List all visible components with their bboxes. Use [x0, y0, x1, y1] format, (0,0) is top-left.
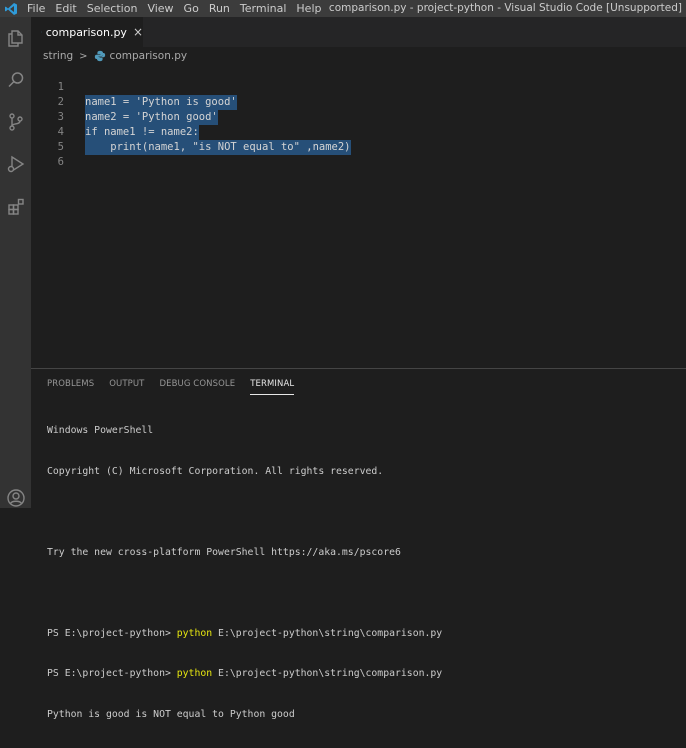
terminal-prompt: PS E:\project-python> [47, 627, 177, 639]
menu-file[interactable]: File [22, 0, 50, 17]
title-bar: File Edit Selection View Go Run Terminal… [0, 0, 686, 17]
terminal-command: python [176, 668, 213, 679]
line-number: 6 [57, 156, 64, 168]
tab-output[interactable]: OUTPUT [109, 377, 144, 395]
menu-help[interactable]: Help [291, 0, 326, 17]
terminal-command: python [176, 627, 213, 639]
menu-edit[interactable]: Edit [50, 0, 81, 17]
menu-terminal[interactable]: Terminal [235, 0, 292, 17]
extensions-icon[interactable] [0, 190, 31, 222]
account-icon[interactable] [0, 482, 31, 514]
terminal-command-line: PS E:\project-python> python E:\project-… [47, 667, 677, 681]
code-line: 5 [31, 125, 686, 153]
window-title: comparison.py - project-python - Visual … [328, 2, 682, 14]
search-icon[interactable] [0, 64, 31, 96]
menu-view[interactable]: View [142, 0, 178, 17]
tab-terminal[interactable]: TERMINAL [250, 377, 295, 395]
activity-bar [0, 17, 31, 508]
code-line: 1 name1 = 'Python is good' [31, 65, 686, 110]
breadcrumb-folder[interactable]: string [43, 50, 73, 62]
tab-problems[interactable]: PROBLEMS [47, 377, 94, 395]
terminal-argument: E:\project-python\string\comparison.py [212, 627, 443, 639]
terminal-output: Python is good is NOT equal to Python go… [47, 708, 295, 720]
chevron-right-icon: > [79, 50, 88, 62]
bottom-panel: PROBLEMS OUTPUT DEBUG CONSOLE TERMINAL W… [31, 368, 686, 720]
menu-go[interactable]: Go [179, 0, 204, 17]
terminal-prompt: PS E:\project-python> [47, 668, 177, 679]
terminal-command-line: PS E:\project-python> python E:\project-… [47, 627, 677, 641]
code-line: 4 print(name1, "is NOT equal to" ,name2) [31, 110, 686, 155]
terminal-line: Try the new cross-platform PowerShell ht… [47, 546, 401, 558]
tab-debug-console[interactable]: DEBUG CONSOLE [159, 377, 235, 395]
terminal-line: Copyright (C) Microsoft Corporation. All… [47, 465, 384, 477]
tab-label: comparison.py [45, 25, 127, 39]
tab-comparison-py[interactable]: comparison.py × [31, 17, 143, 47]
code-line: 6 [31, 140, 686, 168]
code-editor[interactable]: 1 name1 = 'Python is good' 2 name2 = 'Py… [31, 65, 686, 368]
breadcrumb-file[interactable]: comparison.py [110, 50, 188, 62]
menu-bar: File Edit Selection View Go Run Terminal… [22, 0, 326, 17]
code-line: 3 if name1 != name2: [31, 95, 686, 140]
close-tab-icon[interactable]: × [133, 25, 143, 39]
run-debug-icon[interactable] [0, 148, 31, 180]
python-file-icon [94, 50, 105, 62]
terminal-line: Windows PowerShell [47, 425, 154, 436]
source-control-icon[interactable] [0, 106, 31, 138]
menu-selection[interactable]: Selection [82, 0, 143, 17]
menu-run[interactable]: Run [204, 0, 235, 17]
editor-tab-strip: comparison.py × [31, 17, 686, 47]
code-line: 2 name2 = 'Python good' [31, 80, 686, 125]
vscode-logo-icon[interactable] [0, 0, 22, 17]
breadcrumb: string > comparison.py [31, 47, 686, 65]
explorer-icon[interactable] [0, 22, 31, 54]
terminal[interactable]: Windows PowerShell Copyright (C) Microso… [47, 397, 677, 748]
terminal-argument: E:\project-python\string\comparison.py [212, 668, 443, 679]
python-file-icon [41, 31, 42, 33]
panel-tab-bar: PROBLEMS OUTPUT DEBUG CONSOLE TERMINAL [47, 377, 309, 395]
